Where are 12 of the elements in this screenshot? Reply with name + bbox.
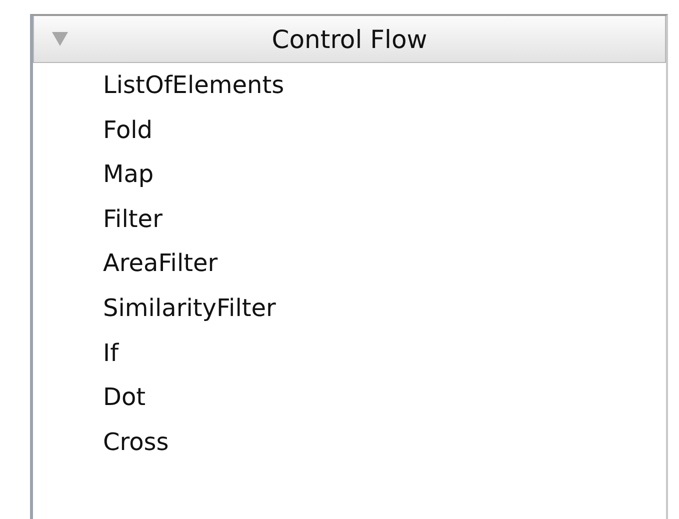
- palette-item[interactable]: Cross: [33, 420, 169, 464]
- palette-item[interactable]: AreaFilter: [33, 241, 218, 286]
- section-header[interactable]: Control Flow: [33, 16, 666, 63]
- palette-item[interactable]: Fold: [33, 108, 153, 152]
- palette-item[interactable]: Map: [33, 152, 154, 197]
- disclosure-triangle-icon[interactable]: [52, 32, 68, 46]
- palette-item[interactable]: Dot: [33, 375, 146, 420]
- section-title: Control Flow: [272, 24, 428, 54]
- palette-item[interactable]: SimilarityFilter: [33, 286, 276, 331]
- palette-item[interactable]: Filter: [33, 196, 162, 242]
- palette-item[interactable]: ListOfElements: [33, 63, 284, 108]
- palette-item[interactable]: If: [33, 330, 119, 376]
